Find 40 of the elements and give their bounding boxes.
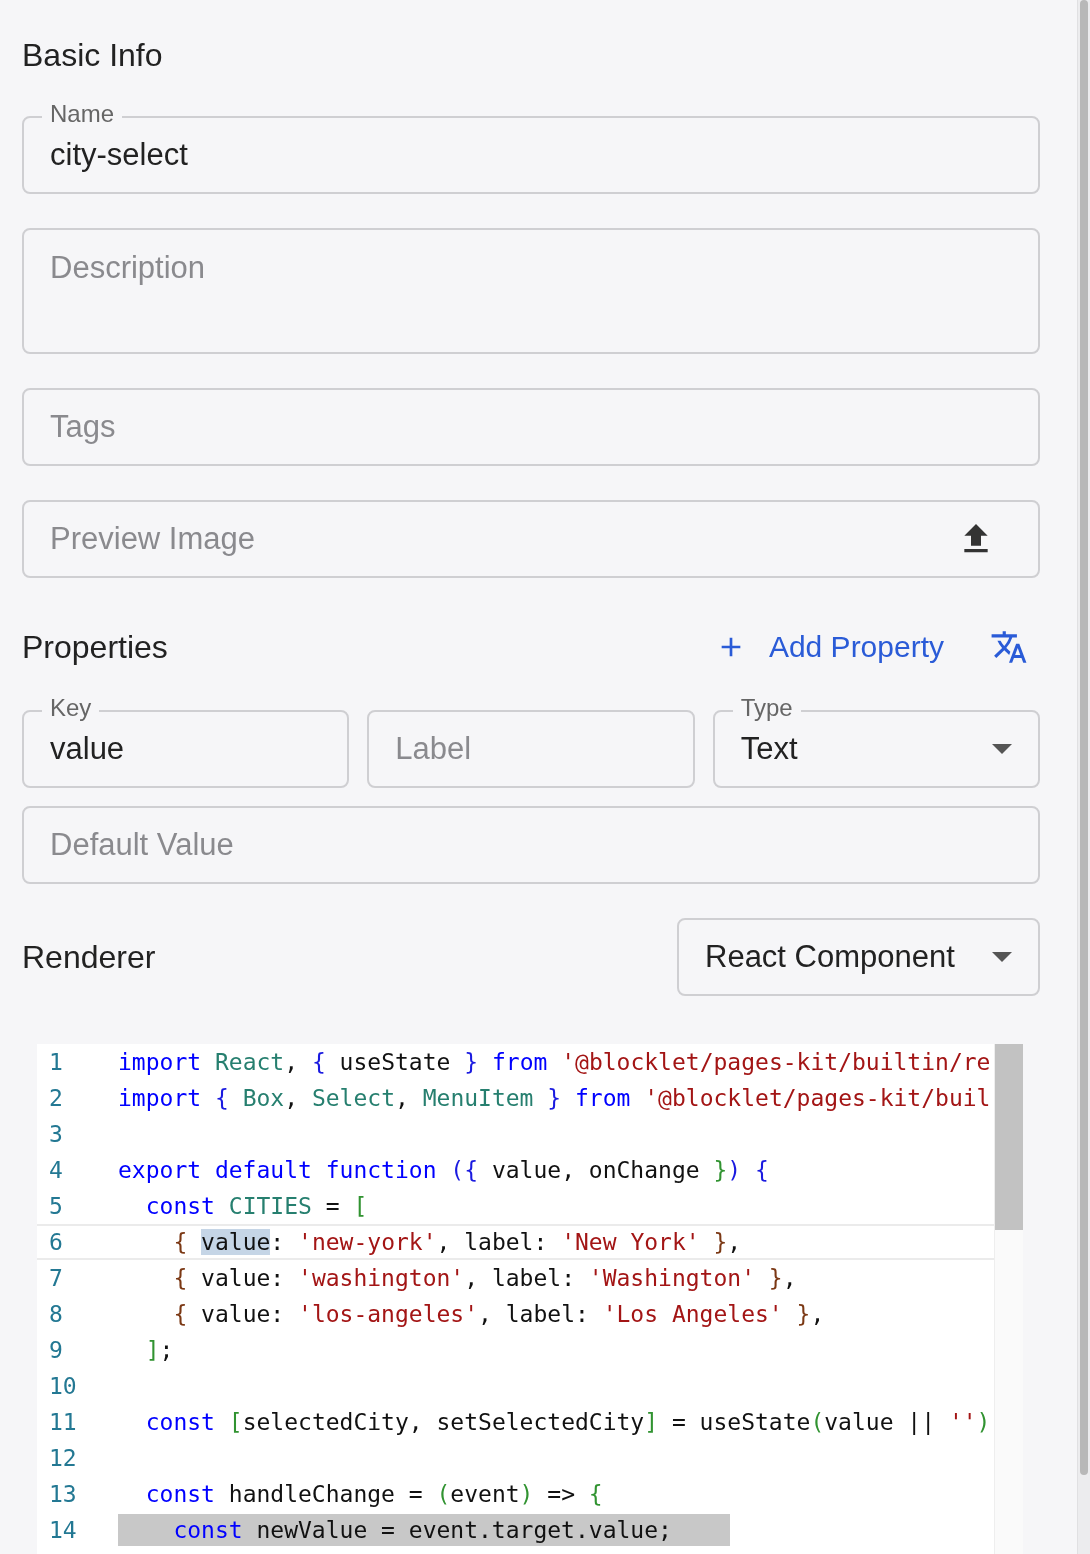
code-line: import React, { useState } from '@blocklet/pages-kit/builtin/re: [118, 1048, 991, 1077]
line-number: 10: [48, 1373, 78, 1399]
line-number: 8: [48, 1301, 64, 1327]
line-number: 6: [48, 1229, 64, 1255]
caret-icon: [992, 744, 1012, 754]
line-number: 3: [48, 1121, 64, 1147]
code-line: export default function ({ value, onChange }) {: [118, 1156, 769, 1185]
description-field[interactable]: Description: [22, 228, 1040, 354]
line-number: 2: [48, 1085, 64, 1111]
line-number: 12: [48, 1445, 78, 1471]
code-line: { value: 'washington', label: 'Washington' },: [172, 1264, 797, 1293]
line-number: 13: [48, 1481, 78, 1507]
code-line: { value: 'los-angeles', label: 'Los Angeles' },: [172, 1300, 825, 1329]
scrollbar[interactable]: [1077, 0, 1090, 1554]
preview-image-field[interactable]: Preview Image: [22, 500, 1040, 578]
line-number: 4: [48, 1157, 64, 1183]
line-number: 11: [48, 1409, 78, 1435]
tags-field[interactable]: Tags: [22, 388, 1040, 466]
line-number: 9: [48, 1337, 64, 1363]
section-title: Properties: [22, 629, 168, 665]
code-line: const handleChange = (event) => {: [144, 1480, 603, 1509]
line-number: 7: [48, 1265, 64, 1291]
translate-icon[interactable]: [990, 628, 1028, 666]
code-line: ];: [144, 1336, 174, 1365]
code-line: { value: 'new-york', label: 'New York' },: [172, 1228, 742, 1257]
renderer-select[interactable]: React Component: [677, 918, 1040, 996]
section-title: Renderer: [22, 939, 156, 975]
line-number: 14: [48, 1517, 78, 1543]
caret-icon: [992, 952, 1012, 962]
default-value-field[interactable]: Default Value: [22, 806, 1040, 884]
text-field[interactable]: Label: [367, 710, 695, 788]
editor-scrollbar[interactable]: [994, 1044, 1023, 1554]
code-line: const [selectedCity, setSelectedCity] = useState(value || ''): [144, 1408, 991, 1437]
section-title: Basic Info: [22, 37, 164, 73]
line-number: 1: [48, 1049, 64, 1075]
code-editor[interactable]: [37, 1044, 1023, 1554]
add-property-button[interactable]: Add Property: [714, 630, 944, 664]
code-line: import { Box, Select, MenuItem } from '@blocklet/pages-kit/buil: [118, 1084, 991, 1113]
code-line: const CITIES = [: [144, 1192, 368, 1221]
line-number: 5: [48, 1193, 64, 1219]
